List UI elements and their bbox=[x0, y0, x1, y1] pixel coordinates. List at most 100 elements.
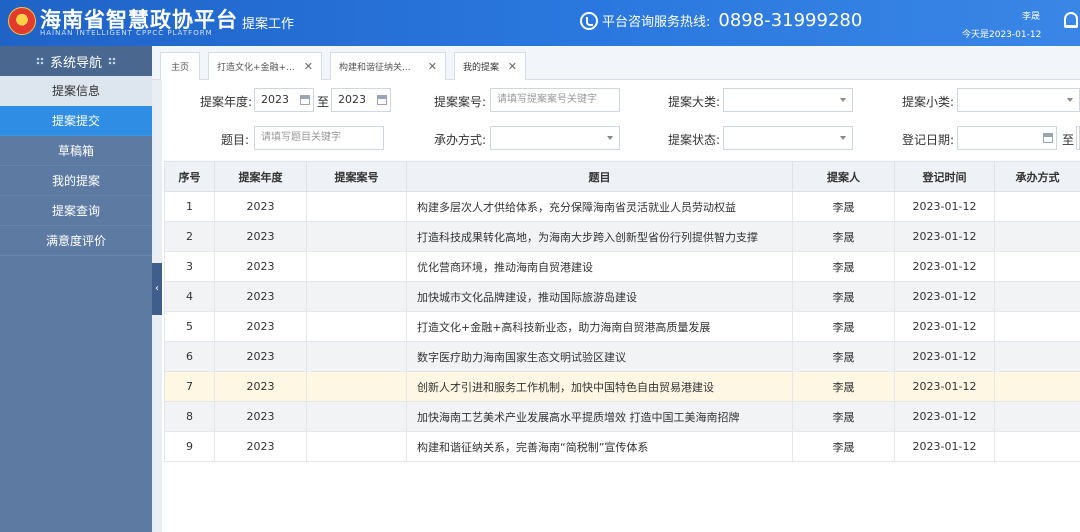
close-icon[interactable]: ✕ bbox=[508, 60, 517, 73]
table-row[interactable]: 5 2023 打造文化+金融+高科技新业态，助力海南自贸港高质量发展 李晟 2023-0… bbox=[164, 311, 1080, 342]
table-body: 1 2023 构建多层次人才供给体系，充分保障海南省灵活就业人员劳动权益 李晟 2023… bbox=[164, 191, 1080, 462]
subcategory-label: 提案小类: bbox=[902, 95, 955, 109]
register-date-to[interactable] bbox=[1076, 126, 1080, 150]
cell-case-no bbox=[306, 341, 407, 372]
sidebar-item-query[interactable]: 提案查询 bbox=[0, 196, 152, 226]
title-input[interactable]: 请填写题目关键字 bbox=[254, 126, 384, 150]
sidebar-item-submit[interactable]: 提案提交 bbox=[0, 106, 152, 136]
cell-title[interactable]: 加快海南工艺美术产业发展高水平提质增效 打造中国工美海南招牌 bbox=[406, 401, 793, 432]
col-header-title[interactable]: 题目 bbox=[406, 161, 793, 192]
cell-index: 5 bbox=[164, 311, 215, 342]
calendar-icon[interactable] bbox=[300, 95, 310, 105]
cell-title[interactable]: 优化营商环境，推动海南自贸港建设 bbox=[406, 251, 793, 282]
col-header-proposer[interactable]: 提案人 bbox=[792, 161, 895, 192]
cell-title[interactable]: 打造科技成果转化高地，为海南大步跨入创新型省份行列提供智力支撑 bbox=[406, 221, 793, 252]
sidebar-title: 系统导航 bbox=[0, 46, 152, 76]
cell-proposer: 李晟 bbox=[792, 341, 895, 372]
sidebar: 系统导航 提案信息 提案提交 草稿箱 我的提案 提案查询 满意度评价 bbox=[0, 46, 152, 532]
tab-my-proposals[interactable]: 我的提案 ✕ bbox=[454, 52, 526, 80]
category-select[interactable] bbox=[723, 88, 853, 112]
calendar-icon[interactable] bbox=[1043, 133, 1053, 143]
subcategory-select[interactable] bbox=[957, 88, 1080, 112]
cell-title[interactable]: 创新人才引进和服务工作机制，加快中国特色自由贸易港建设 bbox=[406, 371, 793, 402]
cell-index: 2 bbox=[164, 221, 215, 252]
cell-handling bbox=[994, 431, 1080, 462]
hotline: 平台咨询服务热线: 0898-31999280 bbox=[580, 10, 862, 31]
cell-case-no bbox=[306, 311, 407, 342]
cell-case-no bbox=[306, 371, 407, 402]
close-icon[interactable]: ✕ bbox=[428, 60, 437, 73]
cell-handling bbox=[994, 281, 1080, 312]
sidebar-title-label: 系统导航 bbox=[49, 55, 102, 71]
close-icon[interactable]: ✕ bbox=[304, 60, 313, 73]
chevron-down-icon bbox=[840, 136, 846, 140]
cell-year: 2023 bbox=[214, 191, 307, 222]
year-from-field[interactable]: 2023 bbox=[254, 88, 314, 112]
bell-icon[interactable] bbox=[1064, 12, 1078, 28]
cell-year: 2023 bbox=[214, 341, 307, 372]
tab-label: 我的提案 bbox=[463, 63, 500, 73]
table-row[interactable]: 3 2023 优化营商环境，推动海南自贸港建设 李晟 2023-01-12 bbox=[164, 251, 1080, 282]
tab-proposal-2[interactable]: 构建和谐征纳关... ✕ bbox=[330, 52, 446, 80]
cell-proposer: 李晟 bbox=[792, 251, 895, 282]
cppcc-emblem-icon bbox=[8, 7, 36, 35]
table-row[interactable]: 7 2023 创新人才引进和服务工作机制，加快中国特色自由贸易港建设 李晟 2023-0… bbox=[164, 371, 1080, 402]
brand-subtitle: HAINAN INTELLIGENT CPPCC PLATFORM bbox=[40, 29, 213, 37]
tab-proposal-1[interactable]: 打造文化+金融+... ✕ bbox=[208, 52, 322, 80]
cell-proposer: 李晟 bbox=[792, 431, 895, 462]
col-header-case-no[interactable]: 提案案号 bbox=[306, 161, 407, 192]
tab-home[interactable]: 主页 bbox=[160, 52, 200, 80]
cell-index: 4 bbox=[164, 281, 215, 312]
module-title[interactable]: 提案工作 bbox=[242, 13, 294, 32]
table-row[interactable]: 2 2023 打造科技成果转化高地，为海南大步跨入创新型省份行列提供智力支撑 李晟 20… bbox=[164, 221, 1080, 252]
cell-title[interactable]: 构建多层次人才供给体系，充分保障海南省灵活就业人员劳动权益 bbox=[406, 191, 793, 222]
year-to-separator: 至 bbox=[317, 95, 330, 109]
cell-proposer: 李晟 bbox=[792, 221, 895, 252]
grid-icon bbox=[35, 57, 44, 65]
sidebar-collapse-handle[interactable]: ‹ bbox=[152, 263, 162, 315]
date-to-separator: 至 bbox=[1062, 133, 1075, 147]
user-name[interactable]: 李晟 bbox=[1022, 9, 1040, 22]
table-row[interactable]: 8 2023 加快海南工艺美术产业发展高水平提质增效 打造中国工美海南招牌 李晟 202… bbox=[164, 401, 1080, 432]
case-no-label: 提案案号: bbox=[434, 95, 487, 109]
cell-register-time: 2023-01-12 bbox=[894, 281, 995, 312]
sidebar-item-proposal-info[interactable]: 提案信息 bbox=[0, 76, 152, 106]
sidebar-item-satisfaction[interactable]: 满意度评价 bbox=[0, 226, 152, 256]
status-select[interactable] bbox=[723, 126, 853, 150]
table-row[interactable]: 1 2023 构建多层次人才供给体系，充分保障海南省灵活就业人员劳动权益 李晟 2023… bbox=[164, 191, 1080, 222]
year-to-value: 2023 bbox=[338, 93, 366, 106]
cell-handling bbox=[994, 371, 1080, 402]
col-header-handling[interactable]: 承办方式 bbox=[994, 161, 1080, 192]
cell-year: 2023 bbox=[214, 311, 307, 342]
cell-title[interactable]: 加快城市文化品牌建设，推动国际旅游岛建设 bbox=[406, 281, 793, 312]
table-row[interactable]: 9 2023 构建和谐征纳关系，完善海南“简税制”宣传体系 李晟 2023-01-12 bbox=[164, 431, 1080, 462]
cell-title[interactable]: 构建和谐征纳关系，完善海南“简税制”宣传体系 bbox=[406, 431, 793, 462]
chevron-down-icon bbox=[840, 98, 846, 102]
col-header-year[interactable]: 提案年度 bbox=[214, 161, 307, 192]
cell-year: 2023 bbox=[214, 401, 307, 432]
case-no-input[interactable]: 请填写提案案号关键字 bbox=[490, 88, 620, 112]
cell-title[interactable]: 数字医疗助力海南国家生态文明试验区建议 bbox=[406, 341, 793, 372]
sidebar-item-drafts[interactable]: 草稿箱 bbox=[0, 136, 152, 166]
register-date-from[interactable] bbox=[957, 126, 1057, 150]
cell-proposer: 李晟 bbox=[792, 371, 895, 402]
sidebar-item-my-proposals[interactable]: 我的提案 bbox=[0, 166, 152, 196]
cell-case-no bbox=[306, 281, 407, 312]
cell-handling bbox=[994, 251, 1080, 282]
col-header-register-time[interactable]: 登记时间 bbox=[894, 161, 995, 192]
table-row[interactable]: 6 2023 数字医疗助力海南国家生态文明试验区建议 李晟 2023-01-12 bbox=[164, 341, 1080, 372]
cell-proposer: 李晟 bbox=[792, 311, 895, 342]
tab-label: 构建和谐征纳关... bbox=[339, 63, 411, 73]
calendar-icon[interactable] bbox=[377, 95, 387, 105]
cell-case-no bbox=[306, 191, 407, 222]
register-date-label: 登记日期: bbox=[902, 133, 955, 147]
cell-title[interactable]: 打造文化+金融+高科技新业态，助力海南自贸港高质量发展 bbox=[406, 311, 793, 342]
category-label: 提案大类: bbox=[668, 95, 721, 109]
proposal-table: 序号 提案年度 提案案号 题目 提案人 登记时间 承办方式 1 2023 构建多层次… bbox=[164, 161, 1080, 462]
table-row[interactable]: 4 2023 加快城市文化品牌建设，推动国际旅游岛建设 李晟 2023-01-12 bbox=[164, 281, 1080, 312]
year-to-field[interactable]: 2023 bbox=[331, 88, 391, 112]
cell-index: 6 bbox=[164, 341, 215, 372]
col-header-index[interactable]: 序号 bbox=[164, 161, 215, 192]
cell-handling bbox=[994, 221, 1080, 252]
handling-method-select[interactable] bbox=[490, 126, 620, 150]
